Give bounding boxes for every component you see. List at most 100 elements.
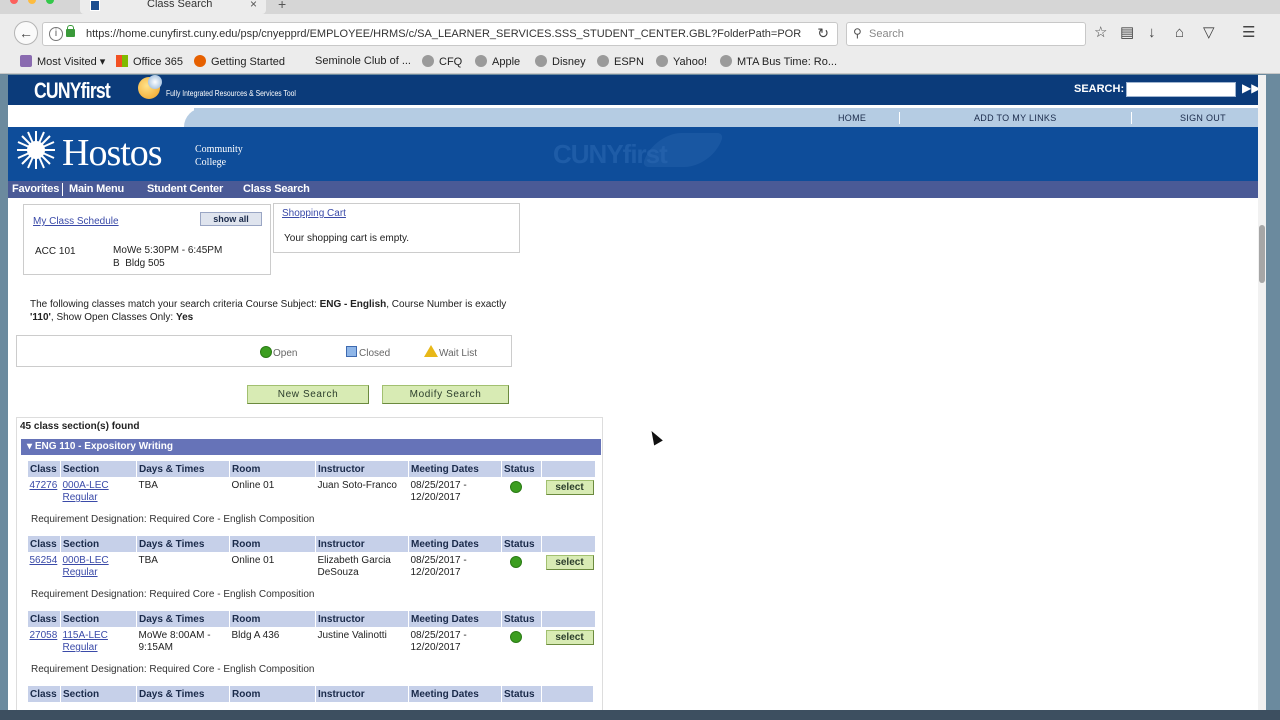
firefox-icon xyxy=(194,55,206,67)
breadcrumb-favorites[interactable]: Favorites xyxy=(12,183,59,195)
days-times-2: 9:15AM xyxy=(138,642,173,653)
section-link[interactable]: 000B-LEC xyxy=(63,555,109,566)
col-class: Class xyxy=(27,685,61,703)
criteria-mid: , Course Number is exactly xyxy=(386,299,507,310)
results-count: 45 class section(s) found xyxy=(20,421,140,432)
download-arrow-icon[interactable]: ↓ xyxy=(1148,25,1156,40)
top-links-bar: HOME ADD TO MY LINKS SIGN OUT xyxy=(8,105,1266,127)
bookmark-disney[interactable]: Disney xyxy=(535,55,586,68)
breadcrumb-main-menu[interactable]: Main Menu xyxy=(69,183,124,195)
breadcrumb-student-center[interactable]: Student Center xyxy=(147,183,223,195)
requirement-designation: Requirement Designation: Required Core -… xyxy=(31,664,315,675)
zoom-window-icon[interactable] xyxy=(46,0,54,4)
criteria-intro: The following classes match your search … xyxy=(30,299,320,310)
col-days-times: Days & Times xyxy=(136,610,230,628)
col-instructor: Instructor xyxy=(315,535,409,553)
col-room: Room xyxy=(229,460,316,478)
bookmark-most-visited[interactable]: Most Visited ▾ xyxy=(20,55,105,68)
select-button[interactable]: select xyxy=(545,630,594,645)
close-window-icon[interactable] xyxy=(10,0,18,4)
url-text[interactable]: https://home.cunyfirst.cuny.edu/psp/cnye… xyxy=(86,28,801,40)
col-select xyxy=(541,460,596,478)
breadcrumb-class-search[interactable]: Class Search xyxy=(243,183,310,195)
instructor-2: DeSouza xyxy=(317,567,359,578)
globe-icon xyxy=(656,55,668,67)
browser-search-input[interactable]: ⚲ Search xyxy=(846,22,1086,46)
schedule-location: B Bldg 505 xyxy=(113,258,165,269)
col-select xyxy=(541,535,596,553)
modify-search-button[interactable]: Modify Search xyxy=(382,385,509,404)
reading-list-icon[interactable]: ▤ xyxy=(1120,25,1134,40)
select-button[interactable]: select xyxy=(545,555,594,570)
hamburger-menu-icon[interactable]: ☰ xyxy=(1242,25,1255,40)
meeting-dates: 08/25/2017 - xyxy=(410,480,467,491)
add-to-my-links-link[interactable]: ADD TO MY LINKS xyxy=(974,113,1057,123)
section-type-link[interactable]: Regular xyxy=(63,492,98,503)
section-header-row: Class Section Days & Times Room Instruct… xyxy=(27,535,596,553)
bookmark-yahoo[interactable]: Yahoo! xyxy=(656,55,707,68)
bookmark-apple[interactable]: Apple xyxy=(475,55,520,68)
class-number-link[interactable]: 27058 xyxy=(30,630,58,641)
bookmark-mta[interactable]: MTA Bus Time: Ro... xyxy=(720,55,837,68)
legend-closed: Closed xyxy=(359,348,391,359)
section-type-link[interactable]: Regular xyxy=(63,642,98,653)
bookmark-getting-started[interactable]: Getting Started xyxy=(194,55,285,68)
cunyfirst-orb-icon xyxy=(148,75,162,89)
col-class: Class xyxy=(27,610,61,628)
reload-icon[interactable]: ↻ xyxy=(817,25,829,42)
section-link[interactable]: 115A-LEC xyxy=(63,630,108,641)
tab-close-icon[interactable]: × xyxy=(250,0,257,11)
col-status: Status xyxy=(501,460,542,478)
open-status-icon xyxy=(509,631,522,643)
col-select xyxy=(541,610,596,628)
bookmark-espn[interactable]: ESPN xyxy=(597,55,644,68)
office-icon xyxy=(116,55,128,67)
show-all-button[interactable]: show all xyxy=(200,212,262,226)
new-search-button[interactable]: New Search xyxy=(247,385,369,404)
browser-tab[interactable]: Class Search × xyxy=(80,0,266,14)
back-arrow-icon[interactable]: ← xyxy=(14,21,38,45)
site-search-input[interactable] xyxy=(1126,82,1236,97)
home-icon[interactable]: ⌂ xyxy=(1175,25,1184,40)
new-tab-icon[interactable]: + xyxy=(278,0,286,12)
my-class-schedule-link[interactable]: My Class Schedule xyxy=(33,216,119,227)
scrollbar-thumb[interactable] xyxy=(1259,225,1265,283)
pocket-icon[interactable]: ▽ xyxy=(1203,25,1215,40)
col-room: Room xyxy=(229,610,316,628)
section-type-link[interactable]: Regular xyxy=(63,567,98,578)
criteria-number: '110' xyxy=(30,312,51,323)
url-bar[interactable]: i https://home.cunyfirst.cuny.edu/psp/cn… xyxy=(42,22,838,46)
bookmark-cfq[interactable]: CFQ xyxy=(422,55,462,68)
folder-icon xyxy=(20,55,32,67)
breadcrumb: Favorites Main Menu Student Center Class… xyxy=(8,181,1266,198)
class-number-link[interactable]: 47276 xyxy=(30,480,58,491)
shopping-cart-link[interactable]: Shopping Cart xyxy=(282,208,346,219)
college-subtitle: Community College xyxy=(195,143,243,169)
col-class: Class xyxy=(27,460,61,478)
bookmark-office365[interactable]: Office 365 xyxy=(116,55,183,68)
course-group-header[interactable]: ▾ ENG 110 - Expository Writing xyxy=(21,439,601,455)
section-link[interactable]: 000A-LEC xyxy=(63,480,109,491)
col-instructor: Instructor xyxy=(315,610,409,628)
col-meeting-dates: Meeting Dates xyxy=(408,535,502,553)
minimize-window-icon[interactable] xyxy=(28,0,36,4)
page-scrollbar[interactable] xyxy=(1258,75,1266,710)
section-header-row: Class Section Days & Times Room Instruct… xyxy=(27,460,596,478)
info-icon[interactable]: i xyxy=(49,27,63,41)
sign-out-link[interactable]: SIGN OUT xyxy=(1180,113,1226,123)
bookmark-seminole[interactable]: Seminole Club of ... xyxy=(315,55,411,67)
globe-icon xyxy=(720,55,732,67)
cunyfirst-logo[interactable]: CUNYfirst xyxy=(34,78,111,104)
section-table: Class Section Days & Times Room Instruct… xyxy=(27,685,594,703)
schedule-course: ACC 101 xyxy=(35,246,76,257)
home-link[interactable]: HOME xyxy=(838,113,866,123)
breadcrumb-divider xyxy=(62,183,63,196)
criteria-subject: ENG - English xyxy=(319,299,387,310)
select-button[interactable]: select xyxy=(545,480,594,495)
cunyfirst-tagline: Fully Integrated Resources & Services To… xyxy=(166,89,296,98)
meeting-dates-2: 12/20/2017 xyxy=(410,567,461,578)
collapse-triangle-icon[interactable]: ▾ xyxy=(27,441,32,452)
bookmark-star-icon[interactable]: ☆ xyxy=(1094,25,1107,40)
class-number-link[interactable]: 56254 xyxy=(30,555,58,566)
col-days-times: Days & Times xyxy=(136,460,230,478)
